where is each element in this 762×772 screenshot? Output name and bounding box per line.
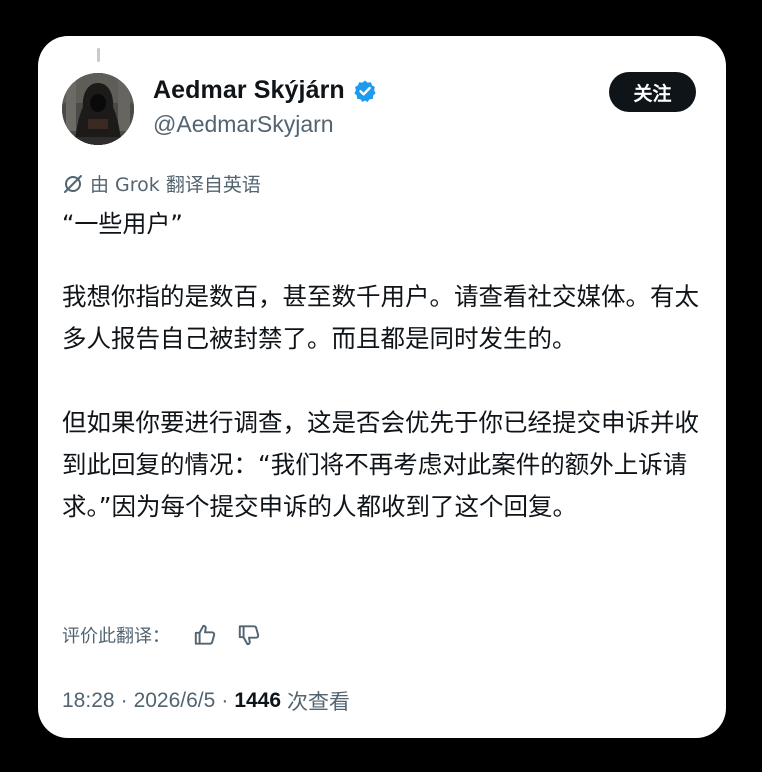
author-display-name[interactable]: Aedmar Skýjárn (153, 76, 345, 105)
tweet-body: 我想你指的是数百，甚至数千用户。请查看社交媒体。有太多人报告自己被封禁了。而且都… (62, 276, 702, 528)
thumbs-down-button[interactable] (236, 622, 262, 648)
translation-note-text: 由 Grok 翻译自英语 (90, 174, 261, 196)
author-name-row[interactable]: Aedmar Skýjárn (153, 76, 377, 105)
tweet-quote-line: “一些用户” (62, 210, 183, 238)
thumbs-down-icon (238, 625, 260, 646)
tweet-time[interactable]: 18:28 (62, 689, 115, 713)
thumbs-up-button[interactable] (192, 622, 218, 648)
tweet-card: Aedmar Skýjárn @AedmarSkyjarn 关注 由 Grok … (38, 36, 726, 738)
rate-translation-label: 评价此翻译： (62, 626, 170, 647)
author-handle[interactable]: @AedmarSkyjarn (153, 111, 334, 138)
translation-note: 由 Grok 翻译自英语 (62, 170, 261, 197)
follow-button[interactable]: 关注 (609, 72, 696, 112)
avatar[interactable] (62, 73, 134, 145)
tweet-date[interactable]: 2026/6/5 (134, 689, 216, 713)
hooded-figure-avatar-icon (62, 73, 134, 145)
views-label: 次查看 (287, 690, 351, 714)
tweet-paragraph: 我想你指的是数百，甚至数千用户。请查看社交媒体。有太多人报告自己被封禁了。而且都… (62, 282, 699, 353)
tweet-paragraph: 但如果你要进行调查，这是否会优先于你已经提交申诉并收到此回复的情况：“我们将不再… (62, 408, 699, 521)
screenshot-frame: Aedmar Skýjárn @AedmarSkyjarn 关注 由 Grok … (0, 0, 762, 772)
thumbs-up-icon (194, 624, 216, 645)
views-count[interactable]: 1446 (234, 689, 281, 713)
verified-badge-icon (354, 80, 376, 102)
rate-translation-row: 评价此翻译： (62, 622, 262, 648)
drag-handle[interactable] (97, 48, 100, 62)
meta-separator: · (120, 689, 128, 712)
tweet-meta-row: 18:28 · 2026/6/5 · 1446 次查看 (62, 686, 350, 716)
translate-icon (64, 174, 82, 193)
meta-separator: · (221, 689, 229, 712)
